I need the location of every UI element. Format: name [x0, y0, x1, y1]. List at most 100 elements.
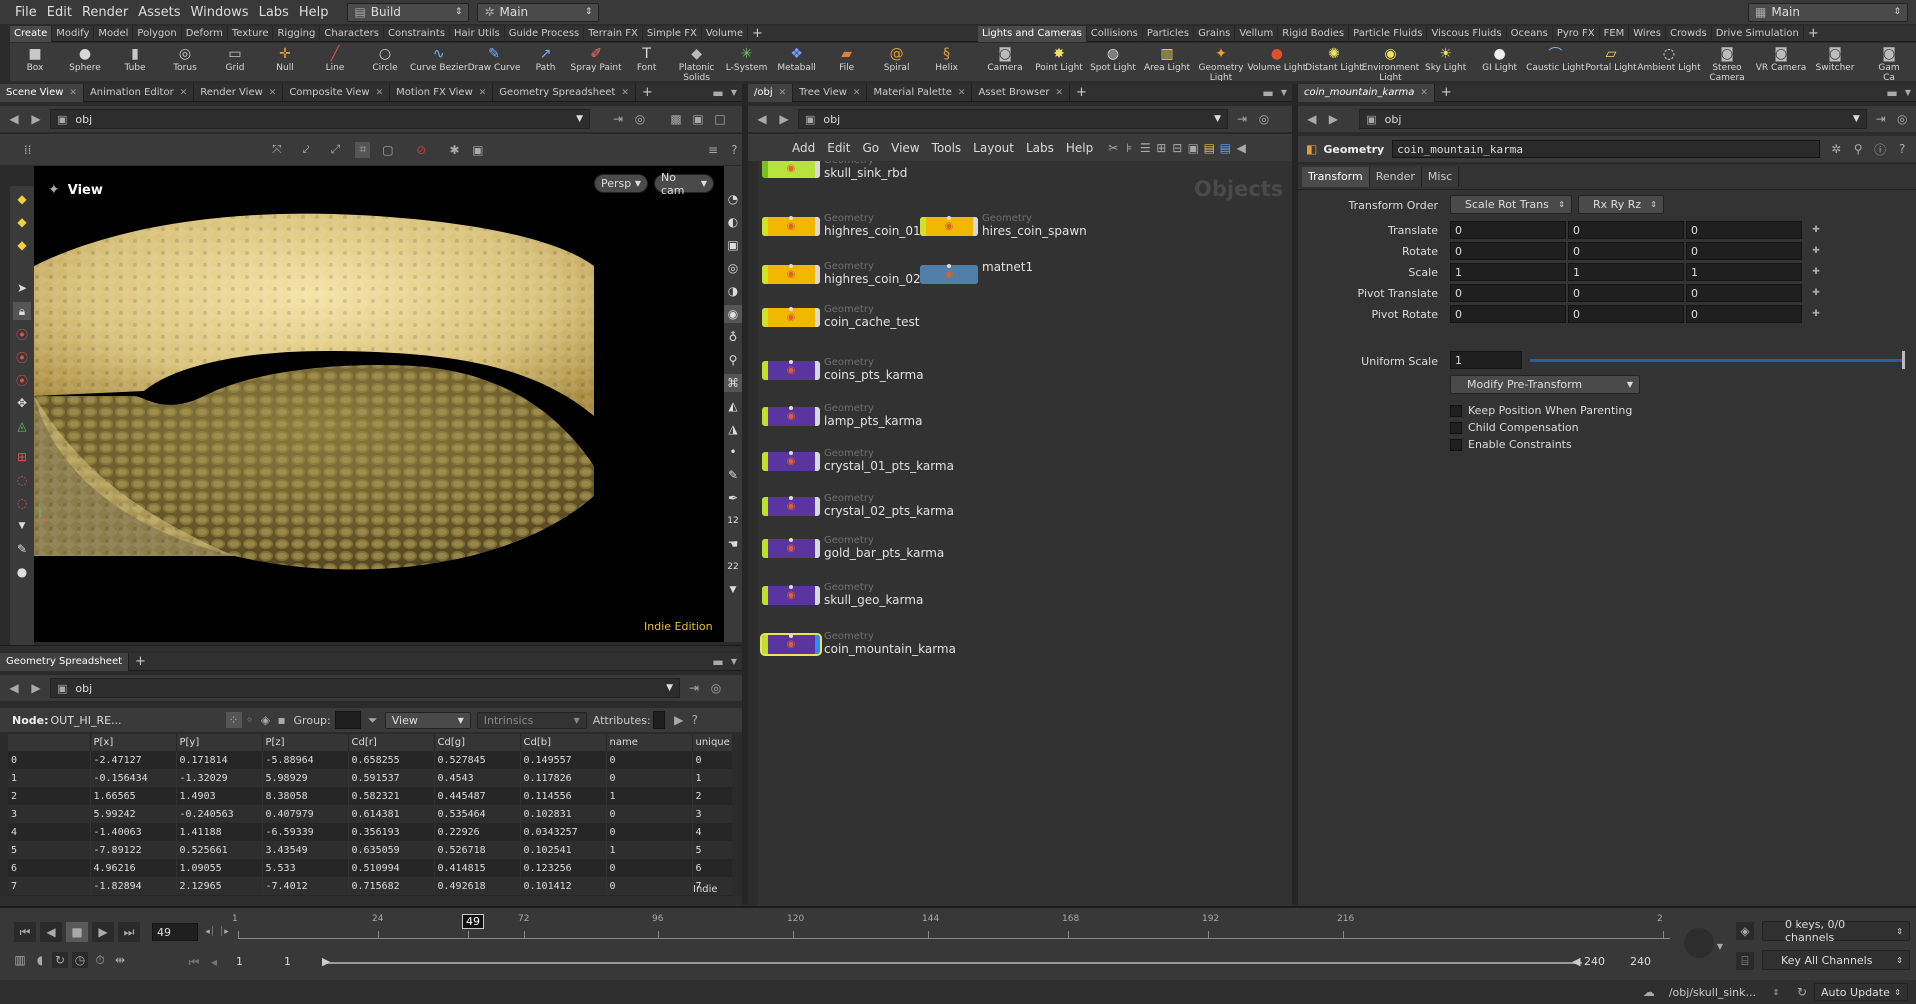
prims-mode-icon[interactable]: ◦ [242, 712, 258, 728]
modify-pre-transform-button[interactable]: Modify Pre-Transform ▼ [1450, 375, 1640, 394]
node-coins-pts-karma[interactable]: ◉ Geometry coins_pts_karma [762, 357, 924, 381]
network-menu-labs[interactable]: Labs [1020, 141, 1060, 155]
shelf-tool-metaball[interactable]: ❖ Metaball [772, 43, 822, 73]
status-path[interactable]: /obj/skull_sink... [1669, 986, 1756, 999]
node-lamp-pts-karma[interactable]: ◉ Geometry lamp_pts_karma [762, 403, 922, 427]
intrinsics-select[interactable]: Intrinsics ▼ [476, 711, 587, 729]
shelf-tab-collisions[interactable]: Collisions [1087, 25, 1143, 42]
snap-point-icon[interactable]: ◌ [13, 494, 31, 512]
forward-arrow-icon[interactable]: ▶ [776, 111, 792, 127]
pin-icon[interactable]: ⚲ [724, 351, 742, 369]
render-flag[interactable] [815, 308, 820, 327]
shelf-tool-grid[interactable]: ▭ Grid [210, 43, 260, 73]
pane-divider[interactable] [0, 645, 742, 651]
render-flag[interactable] [815, 361, 820, 380]
grid-view-icon[interactable]: ⊞ [1153, 140, 1169, 156]
pane-menu-icon[interactable]: ▬ [710, 654, 726, 670]
tree-icon[interactable]: ⊧ [1121, 140, 1137, 156]
close-icon[interactable]: ✕ [376, 84, 384, 102]
play-reverse-icon[interactable]: ◀ [40, 922, 62, 942]
tab-composite-view[interactable]: Composite View ✕ [283, 83, 391, 102]
chevron-down-icon[interactable]: ▼ [724, 581, 742, 599]
menu-file[interactable]: File [10, 5, 42, 20]
view-icon[interactable]: ◬ [13, 417, 31, 435]
dot-icon[interactable]: • [724, 443, 742, 461]
render-flag[interactable] [973, 265, 978, 284]
param-tab-misc[interactable]: Misc [1421, 167, 1460, 187]
paint-icon[interactable]: ⦿ [13, 371, 31, 389]
param-tab-render[interactable]: Render [1369, 167, 1422, 187]
pane-arrow-icon[interactable]: ▼ [1900, 85, 1916, 101]
shelf-tool-distant-light[interactable]: ✺ Distant Light [1305, 43, 1363, 73]
layers-icon[interactable]: ▥ [12, 952, 28, 968]
ghost-icon[interactable]: ◐ [724, 213, 742, 231]
range-handle-right-icon[interactable]: ◀ [1572, 955, 1580, 968]
shelf-tab-fem[interactable]: FEM [1600, 25, 1630, 42]
close-icon[interactable]: ✕ [621, 84, 629, 102]
node-body[interactable]: ◉ [762, 161, 820, 178]
timeline-track[interactable]: 1 24 49 72 96 120 144 168 192 216 2 [232, 914, 1670, 948]
param-field-rotate-y[interactable]: 0 [1568, 242, 1684, 260]
keys-channels-select[interactable]: 0 keys, 0/0 channels ⇕ [1762, 918, 1910, 944]
table-row[interactable]: 1 -0.156434 -1.32029 5.98929 0.591537 0.4543 0… [8, 769, 732, 787]
menu-labs[interactable]: Labs [254, 5, 294, 20]
numbers-icon[interactable]: 12 [724, 512, 742, 530]
shelf-tab-modify[interactable]: Modify [52, 25, 95, 42]
key-param-icon[interactable]: ✚ [1808, 306, 1824, 322]
shelf-tool-camera[interactable]: ◙ Camera [978, 43, 1032, 73]
key-param-icon[interactable]: ✚ [1808, 222, 1824, 238]
node-body[interactable]: ◉ [762, 451, 820, 471]
shelf-tab-simple-fx[interactable]: Simple FX [643, 25, 702, 42]
shelf-tool-torus[interactable]: ◎ Torus [160, 43, 210, 73]
range-slider[interactable] [322, 962, 1582, 964]
current-frame-marker[interactable]: 49 [462, 914, 484, 929]
spreadsheet-scrollbar[interactable] [0, 896, 742, 906]
tab-geometry-spreadsheet[interactable]: Geometry Spreadsheet ✕ [493, 83, 636, 102]
node-body[interactable]: ◉ [762, 585, 820, 605]
column-header-cd-r[interactable]: Cd[r] [348, 734, 435, 751]
scale-icon[interactable]: ⤢ [328, 142, 343, 158]
lock-icon[interactable]: 🔒︎ [13, 302, 31, 320]
render-flag[interactable] [973, 217, 978, 236]
table-row[interactable]: 0 -2.47127 0.171814 -5.88964 0.658255 0.52784… [8, 751, 732, 769]
back-arrow-icon[interactable]: ◀ [754, 111, 770, 127]
network-menu-go[interactable]: Go [856, 141, 885, 155]
tab-scene-view[interactable]: Scene View ✕ [0, 83, 84, 102]
shelf-tab-model[interactable]: Model [94, 25, 134, 42]
node-highres-coin-02[interactable]: ◉ Geometry highres_coin_02 [762, 261, 921, 285]
network-path-field[interactable]: ▣ obj ▼ [798, 109, 1228, 129]
shelf-tool-area-light[interactable]: ▥ Area Light [1140, 43, 1194, 73]
display-flag[interactable] [920, 265, 926, 284]
shelf-tab-crowds[interactable]: Crowds [1666, 25, 1712, 42]
cube-display-icon[interactable]: ▩ [668, 111, 684, 127]
render-flag[interactable] [815, 161, 820, 178]
node-body[interactable]: ◉ [762, 307, 820, 327]
display-flag[interactable] [762, 539, 768, 558]
checkbox-enable-constraints[interactable] [1450, 439, 1462, 451]
filter-icon[interactable]: ⏷ [365, 712, 381, 728]
menu-render[interactable]: Render [77, 5, 133, 20]
param-field-rotate-x[interactable]: 0 [1450, 242, 1566, 260]
close-icon[interactable]: ✕ [69, 84, 77, 102]
network-menu-add[interactable]: Add [786, 141, 821, 155]
persp-select[interactable]: Persp ▼ [594, 174, 648, 193]
range-icon[interactable]: ⇹ [112, 952, 128, 968]
key-param-icon[interactable]: ✚ [1808, 264, 1824, 280]
help-icon[interactable]: ? [687, 712, 703, 728]
menu-assets[interactable]: Assets [133, 5, 185, 20]
add-tab-button[interactable]: + [636, 84, 659, 102]
key-all-icon[interactable]: ⌸ [1736, 952, 1754, 970]
shelf-tab-pyro-fx[interactable]: Pyro FX [1553, 25, 1600, 42]
arrow-pointer-icon[interactable]: ➤ [13, 279, 31, 297]
display-flag[interactable] [920, 217, 926, 236]
display-flag[interactable] [762, 217, 768, 236]
shelf-tab-oceans[interactable]: Oceans [1507, 25, 1553, 42]
menu-edit[interactable]: Edit [42, 5, 77, 20]
points-mode-icon[interactable]: ⁘ [225, 712, 242, 728]
close-icon[interactable]: ✕ [269, 84, 277, 102]
desktop-select[interactable]: ▤ Build ⇕ [347, 2, 470, 22]
column-header-cd-b[interactable]: Cd[b] [520, 734, 607, 751]
chevron-down-icon[interactable]: ▼ [1712, 938, 1728, 954]
hand-icon[interactable]: ☚ [724, 535, 742, 553]
pane-menu-icon[interactable]: ▬ [1884, 85, 1900, 101]
